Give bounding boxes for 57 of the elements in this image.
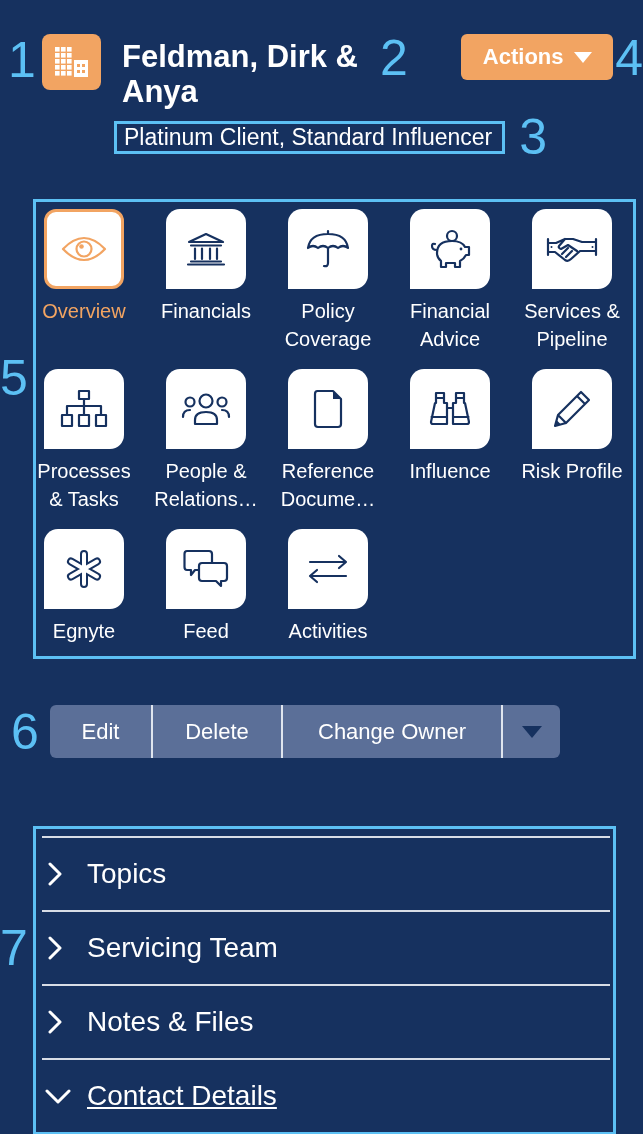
app-label: People & Relations… bbox=[153, 459, 259, 512]
action-button[interactable]: Change Owner bbox=[281, 705, 501, 758]
app-tile[interactable] bbox=[288, 529, 368, 609]
app-tile[interactable] bbox=[410, 209, 490, 289]
app-label: Feed bbox=[183, 619, 229, 644]
document-icon bbox=[313, 389, 343, 429]
action-button[interactable]: Edit bbox=[50, 705, 151, 758]
building-icon bbox=[42, 34, 101, 90]
callout-number: 6 bbox=[10, 706, 40, 757]
umbrella-icon bbox=[306, 229, 350, 269]
callout-number: 3 bbox=[519, 112, 547, 162]
asterisk-icon bbox=[65, 549, 103, 589]
section-header[interactable]: Topics bbox=[42, 836, 610, 910]
app-label: Influence bbox=[409, 459, 491, 484]
binoculars-icon bbox=[429, 391, 471, 427]
app-tile[interactable] bbox=[44, 209, 124, 289]
caret-down-icon bbox=[521, 725, 542, 738]
callout-number: 5 bbox=[0, 353, 29, 408]
app-tile[interactable] bbox=[410, 369, 490, 449]
eye-icon bbox=[61, 235, 107, 263]
section-header[interactable]: Contact Details bbox=[42, 1058, 610, 1132]
people-icon bbox=[181, 392, 231, 426]
app-label: Risk Profile bbox=[521, 459, 623, 484]
app-label: Processes & Tasks bbox=[36, 459, 132, 512]
app-label: Policy Coverage bbox=[283, 299, 373, 352]
callout-number: 1 bbox=[7, 35, 36, 90]
app-label: Reference Docume… bbox=[279, 459, 377, 512]
bank-icon bbox=[186, 232, 226, 266]
app-label: Egnyte bbox=[52, 619, 116, 644]
callout-number: 7 bbox=[0, 923, 29, 978]
app-tile[interactable] bbox=[166, 209, 246, 289]
app-tile[interactable] bbox=[532, 209, 612, 289]
section-header[interactable]: Notes & Files bbox=[42, 984, 610, 1058]
action-button[interactable]: Delete bbox=[151, 705, 281, 758]
app-label: Overview bbox=[42, 299, 126, 324]
caret-down-icon bbox=[573, 51, 592, 63]
app-tile[interactable] bbox=[44, 529, 124, 609]
record-title: Feldman, Dirk & Anya bbox=[122, 39, 359, 109]
more-actions-button[interactable] bbox=[501, 705, 560, 758]
app-label: Services & Pipeline bbox=[523, 299, 621, 352]
swap-arrows-icon bbox=[307, 554, 349, 584]
callout-number: 2 bbox=[380, 33, 408, 83]
record-subtitle: Platinum Client, Standard Influencer bbox=[124, 123, 493, 151]
app-tile[interactable] bbox=[532, 369, 612, 449]
app-tile[interactable] bbox=[44, 369, 124, 449]
hierarchy-icon bbox=[60, 389, 108, 429]
pencil-icon bbox=[552, 389, 592, 429]
app-tile[interactable] bbox=[288, 209, 368, 289]
chat-bubbles-icon bbox=[183, 549, 229, 589]
app-tile[interactable] bbox=[166, 369, 246, 449]
app-label: Activities bbox=[288, 619, 368, 644]
app-label: Financials bbox=[160, 299, 251, 324]
app-tile[interactable] bbox=[166, 529, 246, 609]
callout-number: 4 bbox=[615, 33, 643, 83]
app-label: Financial Advice bbox=[408, 299, 491, 352]
section-header[interactable]: Servicing Team bbox=[42, 910, 610, 984]
app-tile[interactable] bbox=[288, 369, 368, 449]
